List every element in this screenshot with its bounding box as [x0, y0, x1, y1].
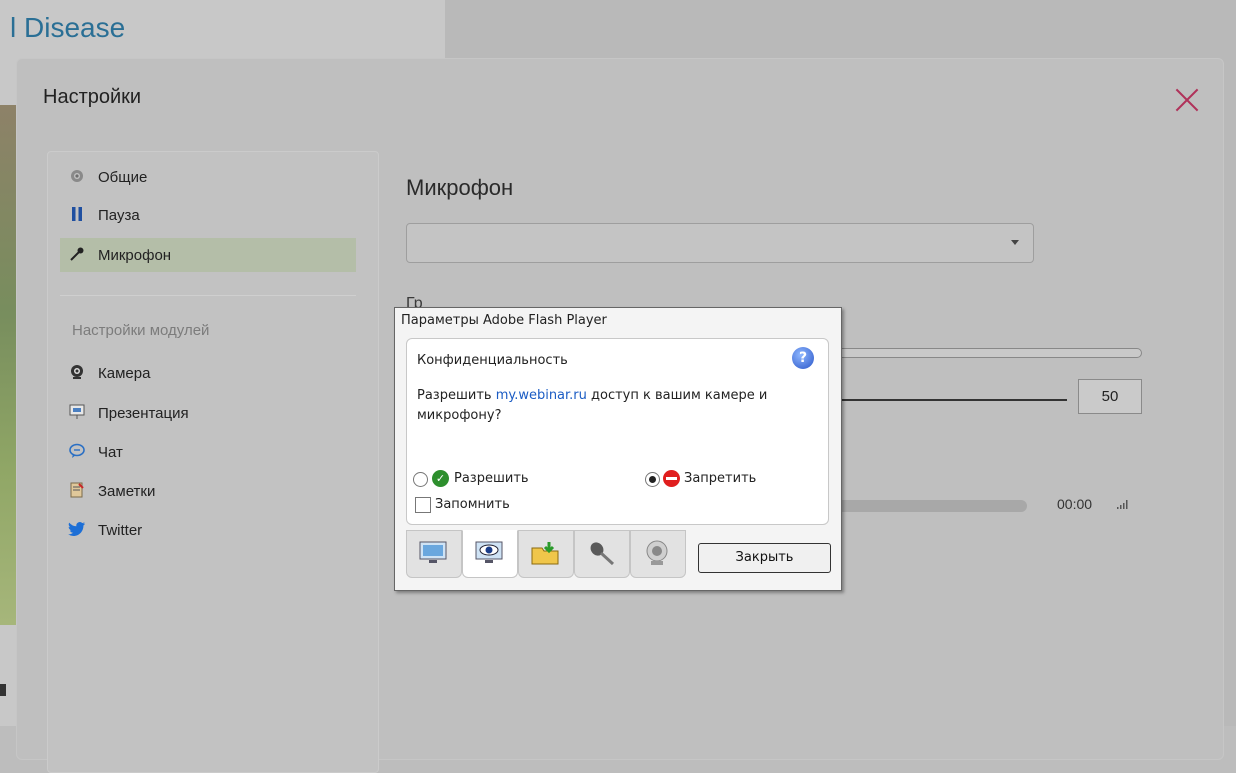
notes-icon — [66, 482, 88, 501]
deny-icon — [663, 470, 680, 487]
sidebar-item-label: Презентация — [98, 404, 189, 422]
modules-section-label: Настройки модулей — [72, 322, 210, 339]
deny-label: Запретить — [684, 471, 757, 486]
section-title: Микрофон — [406, 175, 514, 200]
question-text-before: Разрешить — [417, 388, 496, 403]
twitter-icon — [66, 521, 88, 540]
presentation-icon — [66, 404, 88, 423]
flash-settings-dialog: Параметры Adobe Flash Player Конфиденциа… — [394, 307, 842, 591]
background-fragment — [0, 684, 6, 696]
sidebar-item-twitter[interactable]: Twitter — [60, 513, 356, 547]
tab-camera[interactable] — [630, 530, 686, 578]
volume-value-input[interactable]: 50 — [1078, 379, 1142, 414]
settings-sidebar: Общие Пауза Микрофон Настройки модулей К… — [47, 151, 379, 773]
microphone-tab-icon — [590, 542, 615, 566]
allow-label: Разрешить — [454, 471, 529, 486]
display-tab-icon — [419, 541, 447, 563]
sidebar-item-label: Микрофон — [98, 246, 172, 264]
microphone-device-select[interactable] — [406, 223, 1034, 263]
chat-icon — [66, 443, 88, 462]
flash-dialog-title: Параметры Adobe Flash Player — [401, 313, 607, 328]
volume-slider[interactable] — [837, 399, 1067, 401]
sidebar-divider — [60, 295, 356, 296]
sidebar-item-presentation[interactable]: Презентация — [60, 396, 356, 430]
sidebar-item-label: Заметки — [98, 482, 156, 500]
chevron-down-icon — [1011, 240, 1019, 245]
help-icon[interactable]: ? — [792, 347, 814, 369]
sidebar-item-label: Пауза — [98, 206, 140, 224]
sidebar-item-chat[interactable]: Чат — [60, 435, 356, 469]
sidebar-item-label: Общие — [98, 168, 148, 186]
sidebar-item-microphone[interactable]: Микрофон — [60, 238, 356, 272]
background-title: l Disease — [10, 12, 126, 43]
tab-privacy[interactable] — [462, 530, 518, 578]
close-icon[interactable] — [1173, 85, 1201, 113]
tab-storage[interactable] — [518, 530, 574, 578]
pause-icon — [66, 206, 88, 225]
privacy-panel: Конфиденциальность ? Разрешить my.webina… — [406, 338, 829, 525]
sidebar-item-general[interactable]: Общие — [60, 160, 356, 194]
remember-checkbox[interactable] — [415, 497, 431, 513]
sidebar-item-notes[interactable]: Заметки — [60, 474, 356, 508]
check-icon: ✓ — [432, 470, 449, 487]
gear-icon — [66, 169, 88, 186]
permission-options: ✓ Разрешить Запретить — [413, 469, 823, 491]
modal-title: Настройки — [43, 86, 142, 108]
privacy-tab-icon — [475, 541, 503, 563]
sidebar-item-label: Камера — [98, 364, 151, 382]
signal-icon — [1117, 500, 1129, 512]
background-image — [0, 105, 16, 625]
microphone-icon — [66, 246, 88, 265]
flash-close-button[interactable]: Закрыть — [698, 543, 831, 573]
site-link[interactable]: my.webinar.ru — [496, 388, 587, 403]
sidebar-item-label: Чат — [98, 443, 123, 461]
tab-display[interactable] — [406, 530, 462, 578]
playback-progress[interactable] — [837, 500, 1027, 512]
sidebar-item-camera[interactable]: Камера — [60, 356, 356, 390]
allow-radio[interactable] — [413, 472, 428, 487]
tab-microphone[interactable] — [574, 530, 630, 578]
deny-radio[interactable] — [645, 472, 660, 487]
storage-tab-icon — [531, 542, 559, 565]
remember-label: Запомнить — [435, 497, 510, 512]
level-bar[interactable] — [837, 348, 1142, 358]
camera-tab-icon — [646, 540, 668, 565]
camera-icon — [66, 364, 88, 383]
playback-time: 00:00 — [1057, 496, 1093, 512]
privacy-heading: Конфиденциальность — [417, 353, 568, 368]
sidebar-item-label: Twitter — [98, 521, 143, 539]
privacy-question: Разрешить my.webinar.ru доступ к вашим к… — [417, 386, 797, 426]
sidebar-item-pause[interactable]: Пауза — [60, 198, 356, 232]
